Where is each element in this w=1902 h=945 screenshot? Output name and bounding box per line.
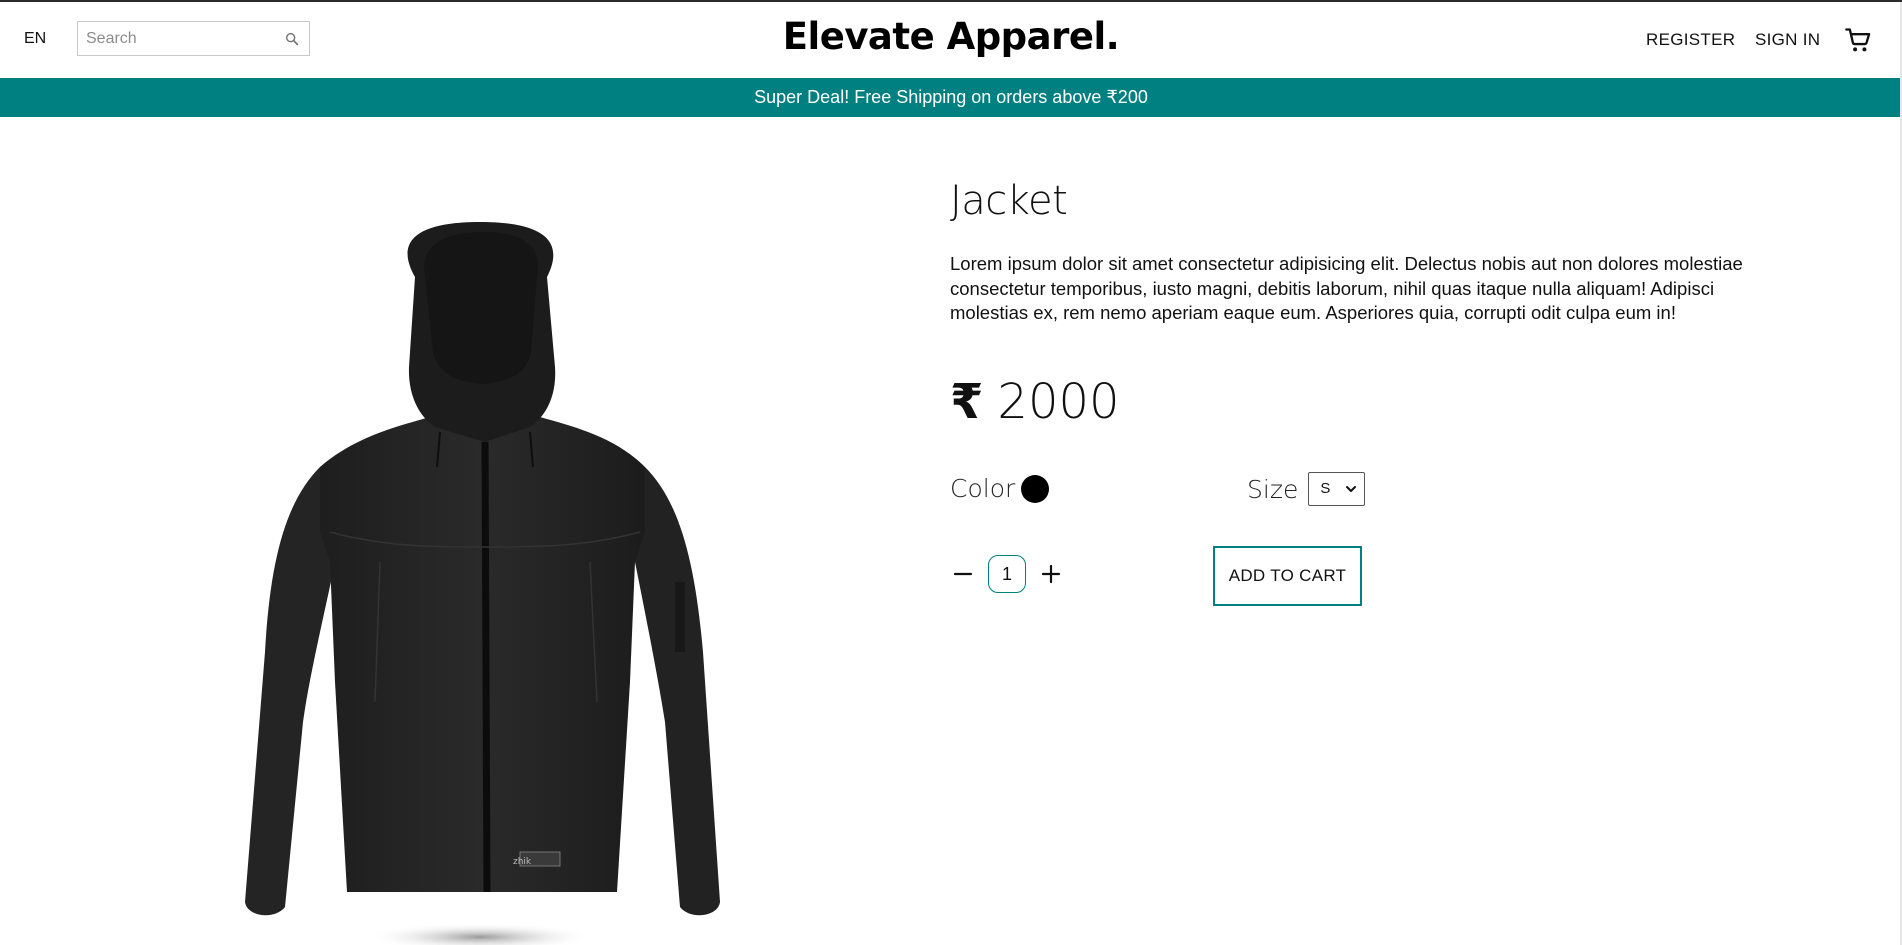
language-label[interactable]: EN: [24, 30, 46, 48]
add-to-cart-button[interactable]: ADD TO CART: [1213, 546, 1362, 606]
announcement-banner: Super Deal! Free Shipping on orders abov…: [0, 78, 1902, 117]
chevron-down-icon: [1346, 486, 1357, 492]
page: EN Elevate Apparel. REGISTER SIGN IN Sup…: [0, 0, 1902, 945]
svg-text:zhik: zhik: [513, 857, 532, 867]
plus-icon[interactable]: [1040, 563, 1062, 585]
quantity-value[interactable]: 1: [988, 555, 1026, 593]
register-link[interactable]: REGISTER: [1646, 30, 1735, 50]
navbar: EN Elevate Apparel. REGISTER SIGN IN: [0, 2, 1902, 78]
color-label: Color: [950, 474, 1016, 503]
currency-symbol: ₹: [950, 374, 984, 430]
product-price: ₹2000: [950, 374, 1120, 430]
minus-icon[interactable]: [952, 563, 974, 585]
size-select[interactable]: S: [1308, 472, 1366, 506]
product-description: Lorem ipsum dolor sit amet consectetur a…: [950, 253, 1743, 323]
quantity-stepper: 1: [952, 555, 1062, 593]
search-input[interactable]: [86, 29, 276, 49]
product-image: zhik: [245, 222, 720, 945]
size-label: Size: [1247, 474, 1299, 504]
search-icon[interactable]: [284, 31, 300, 47]
search-box[interactable]: [77, 21, 310, 56]
sign-in-link[interactable]: SIGN IN: [1755, 30, 1820, 50]
color-swatch-black[interactable]: [1021, 474, 1050, 503]
cart-icon[interactable]: [1844, 26, 1872, 54]
size-filter: Size S: [1247, 472, 1366, 506]
color-filter: Color: [950, 474, 1050, 503]
brand-logo[interactable]: Elevate Apparel.: [783, 15, 1120, 58]
size-selected-value: S: [1320, 480, 1331, 497]
product-title: Jacket: [950, 178, 1068, 224]
price-value: 2000: [997, 374, 1120, 430]
